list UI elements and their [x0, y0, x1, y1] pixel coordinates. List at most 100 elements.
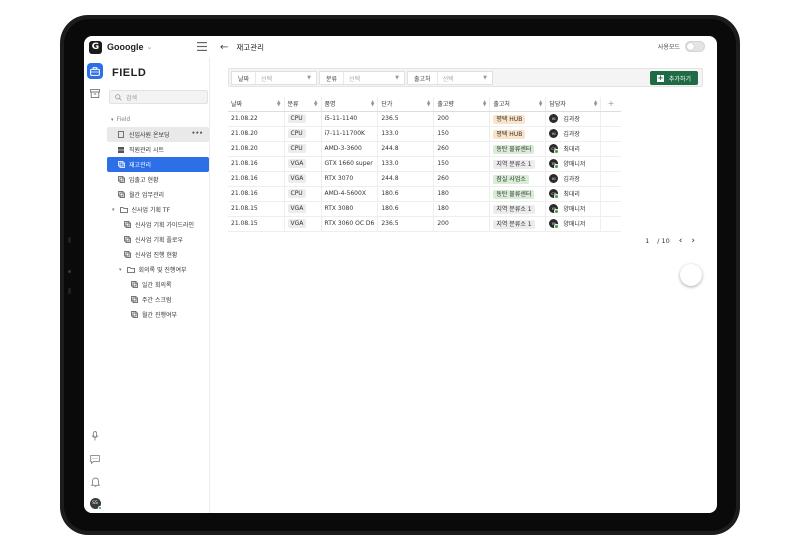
- filter-destination[interactable]: 출고처 선택 ▼: [407, 71, 493, 85]
- table-cell[interactable]: KI 김과장: [545, 111, 602, 127]
- table-cell[interactable]: VGA: [284, 216, 322, 232]
- table-cell[interactable]: 236.5: [377, 216, 435, 232]
- sidebar-item-daily-meeting[interactable]: 일간 회의록: [107, 277, 209, 292]
- table-row[interactable]: 21.08.20 CPU AMD-3-3600 244.8 260 동탄 물류센터 CH 최대…: [228, 141, 621, 157]
- table-cell[interactable]: 21.08.20: [228, 126, 285, 142]
- use-mode-toggle[interactable]: [685, 41, 705, 52]
- more-options-icon[interactable]: •••: [191, 130, 203, 137]
- table-cell[interactable]: 21.08.16: [228, 171, 285, 187]
- table-row[interactable]: 21.08.20 CPU i7-11-11700K 133.0 150 평택 HUB KI 김…: [228, 126, 621, 142]
- table-cell[interactable]: CPU: [284, 111, 322, 127]
- table-cell[interactable]: 244.8: [377, 171, 435, 187]
- rail-archive-button[interactable]: [87, 85, 103, 101]
- table-row[interactable]: 21.08.15 VGA RTX 3080 180.6 180 지역 분류소 1 YA 양매니…: [228, 201, 621, 217]
- rail-profile[interactable]: SS: [84, 498, 106, 510]
- table-cell[interactable]: 200: [433, 111, 491, 127]
- table-cell[interactable]: 180.6: [377, 186, 435, 202]
- table-cell[interactable]: 평택 HUB: [489, 111, 547, 127]
- table-cell[interactable]: 평택 HUB: [489, 126, 547, 142]
- sort-icon[interactable]: ▲ ▼: [427, 100, 430, 108]
- table-cell[interactable]: KI 김과장: [545, 126, 602, 142]
- rail-chat-button[interactable]: [87, 451, 103, 467]
- table-cell[interactable]: 21.08.20: [228, 141, 285, 157]
- column-header-date[interactable]: 날짜 ▲ ▼: [228, 97, 285, 112]
- page-number-input[interactable]: 1: [641, 237, 653, 245]
- column-header-product[interactable]: 품명 ▲ ▼: [321, 97, 379, 112]
- table-cell[interactable]: 잠실 사업소: [489, 171, 547, 187]
- table-cell[interactable]: RTX 3060 OC D6: [321, 216, 379, 232]
- table-cell[interactable]: 동탄 물류센터: [489, 186, 547, 202]
- table-cell[interactable]: 260: [433, 171, 491, 187]
- table-cell[interactable]: 지역 분류소 1: [489, 201, 547, 217]
- column-header-unit-price[interactable]: 단가 ▲ ▼: [377, 97, 435, 112]
- sort-icon[interactable]: ▲ ▼: [539, 100, 542, 108]
- workspace-switcher[interactable]: G Gooogle ⌄: [84, 36, 210, 58]
- table-cell[interactable]: RTX 3070: [321, 171, 379, 187]
- table-cell[interactable]: CH 최대리: [545, 141, 602, 157]
- table-cell[interactable]: VGA: [284, 171, 322, 187]
- table-cell[interactable]: RTX 3080: [321, 201, 379, 217]
- table-cell[interactable]: 244.8: [377, 141, 435, 157]
- column-header-manager[interactable]: 담당자 ▲ ▼: [545, 97, 602, 112]
- add-button[interactable]: + 추가하기: [649, 71, 698, 85]
- floating-home-button[interactable]: [680, 264, 702, 286]
- sort-icon[interactable]: ▲ ▼: [594, 100, 597, 108]
- table-row[interactable]: 21.08.15 VGA RTX 3060 OC D6 236.5 200 지역 분류소 …: [228, 216, 621, 232]
- back-arrow-icon[interactable]: ←: [220, 42, 228, 53]
- sidebar-item-monthly-progress[interactable]: 월간 진행여부: [107, 307, 209, 322]
- add-column-button[interactable]: +: [600, 97, 621, 112]
- table-cell[interactable]: 21.08.16: [228, 156, 285, 172]
- sidebar-item-employee-sheet[interactable]: 직원관리 시트: [107, 142, 209, 157]
- table-cell[interactable]: YA 양매니저: [545, 156, 602, 172]
- table-cell[interactable]: AMD-3-3600: [321, 141, 379, 157]
- next-page-icon[interactable]: ›: [691, 236, 695, 246]
- table-cell[interactable]: 21.08.22: [228, 111, 285, 127]
- column-header-category[interactable]: 분류 ▲ ▼: [284, 97, 322, 112]
- sidebar-folder-new-biz-tf[interactable]: ▾ 신사업 기획 TF: [107, 202, 209, 217]
- sidebar-folder-meeting-notes[interactable]: ▾ 회의록 및 진행여부: [107, 262, 209, 277]
- table-row[interactable]: 21.08.16 CPU AMD-4-5600X 180.6 180 동탄 물류센터 CH 최…: [228, 186, 621, 202]
- column-header-destination[interactable]: 출고처 ▲ ▼: [489, 97, 547, 112]
- table-cell[interactable]: 21.08.15: [228, 201, 285, 217]
- sidebar-item-new-biz-flow[interactable]: 신사업 기획 플로우: [107, 232, 209, 247]
- table-cell[interactable]: 지역 분류소 1: [489, 216, 547, 232]
- sidebar-item-monthly-tasks[interactable]: 월간 업무관리: [107, 187, 209, 202]
- hamburger-menu-icon[interactable]: [197, 42, 207, 51]
- user-avatar[interactable]: SS: [89, 498, 102, 510]
- sidebar-search-input[interactable]: 검색: [109, 90, 208, 104]
- sidebar-item-onboarding[interactable]: 신입사원 온보딩 •••: [107, 127, 209, 142]
- table-cell[interactable]: 260: [433, 141, 491, 157]
- table-cell[interactable]: 133.0: [377, 126, 435, 142]
- table-cell[interactable]: 150: [433, 126, 491, 142]
- table-cell[interactable]: 200: [433, 216, 491, 232]
- sidebar-item-weekly-scrum[interactable]: 주간 스크럼: [107, 292, 209, 307]
- table-cell[interactable]: 236.5: [377, 111, 435, 127]
- table-cell[interactable]: 180: [433, 186, 491, 202]
- prev-page-icon[interactable]: ‹: [679, 236, 683, 246]
- sidebar-item-inventory[interactable]: 재고관리: [107, 157, 209, 172]
- sidebar-section-field[interactable]: ▾ Field: [107, 112, 209, 127]
- table-cell[interactable]: VGA: [284, 201, 322, 217]
- table-cell[interactable]: 133.0: [377, 156, 435, 172]
- table-cell[interactable]: 21.08.16: [228, 186, 285, 202]
- table-cell[interactable]: 180: [433, 201, 491, 217]
- filter-date[interactable]: 날짜 선택 ▼: [231, 71, 317, 85]
- table-row[interactable]: 21.08.16 VGA GTX 1660 super 133.0 150 지역 분류소 …: [228, 156, 621, 172]
- table-cell[interactable]: AMD-4-5600X: [321, 186, 379, 202]
- table-cell[interactable]: KI 김과장: [545, 171, 602, 187]
- table-cell[interactable]: VGA: [284, 156, 322, 172]
- filter-category[interactable]: 분류 선택 ▼: [319, 71, 405, 85]
- table-row[interactable]: 21.08.22 CPU i5-11-1140 236.5 200 평택 HUB KI 김과장: [228, 111, 621, 127]
- rail-briefcase-button[interactable]: [87, 63, 103, 79]
- table-row[interactable]: 21.08.16 VGA RTX 3070 244.8 260 잠실 사업소 KI 김과장: [228, 171, 621, 187]
- rail-mic-button[interactable]: [87, 428, 103, 444]
- sidebar-item-inout-status[interactable]: 입출고 현황: [107, 172, 209, 187]
- table-cell[interactable]: CH 최대리: [545, 186, 602, 202]
- rail-notification-button[interactable]: [87, 474, 103, 490]
- table-cell[interactable]: CPU: [284, 126, 322, 142]
- table-cell[interactable]: 150: [433, 156, 491, 172]
- column-header-quantity[interactable]: 출고량 ▲ ▼: [433, 97, 491, 112]
- table-cell[interactable]: CPU: [284, 186, 322, 202]
- table-cell[interactable]: YA 양매니저: [545, 201, 602, 217]
- table-cell[interactable]: YA 양매니저: [545, 216, 602, 232]
